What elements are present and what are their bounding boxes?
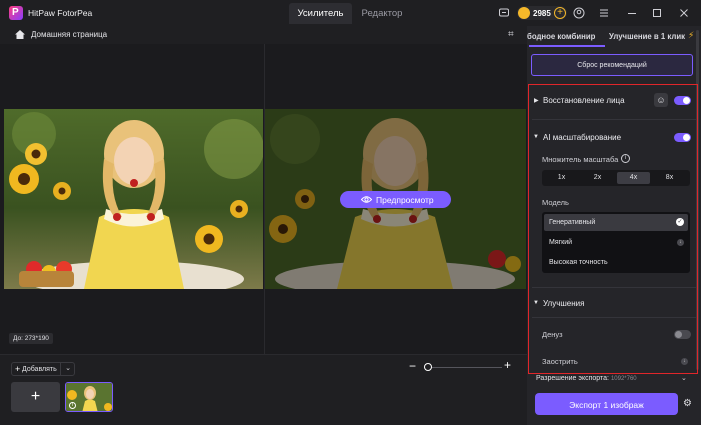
credits-badge[interactable]: 2985 + bbox=[517, 6, 567, 20]
menu-icon[interactable] bbox=[598, 7, 610, 19]
app-title: HitPaw FotorPea bbox=[28, 8, 93, 18]
zoom-out-button[interactable]: − bbox=[409, 360, 419, 372]
before-image bbox=[4, 109, 263, 289]
face-restore-title: Восстановление лица bbox=[543, 96, 625, 105]
add-button[interactable]: + Добавлять ⌄ bbox=[11, 362, 75, 376]
face-restore-toggle[interactable] bbox=[674, 96, 691, 105]
scale-option-1x[interactable]: 1x bbox=[545, 172, 578, 184]
scale-selector: 1x 2x 4x 8x bbox=[542, 170, 690, 186]
add-image-tile[interactable]: + bbox=[11, 382, 60, 412]
improvements-title: Улучшения bbox=[543, 299, 585, 308]
face-icon[interactable]: ☺ bbox=[654, 93, 668, 107]
scale-option-8x[interactable]: 8x bbox=[653, 172, 686, 184]
add-credits-button[interactable]: + bbox=[554, 7, 566, 19]
separator bbox=[532, 287, 696, 288]
model-option-soft[interactable]: Мягкий ↓ bbox=[544, 234, 688, 251]
user-icon[interactable] bbox=[573, 7, 585, 19]
bottom-bar: + Добавлять ⌄ − + + i bbox=[0, 354, 527, 425]
model-option-high-precision[interactable]: Высокая точность bbox=[544, 254, 688, 271]
title-bar: HitPaw FotorPea Усилитель Редактор 2985 … bbox=[0, 0, 701, 26]
home-link[interactable]: Домашняя страница bbox=[31, 30, 107, 39]
home-icon[interactable] bbox=[14, 29, 26, 40]
zoom-slider-handle[interactable] bbox=[424, 363, 432, 371]
reset-recommendations-button[interactable]: Сброс рекомендаций bbox=[531, 54, 693, 76]
tab-enhancer[interactable]: Усилитель bbox=[289, 3, 352, 24]
separator bbox=[532, 317, 696, 318]
model-option-label: Мягкий bbox=[549, 239, 573, 246]
scale-multiplier-label: Множитель масштаба bbox=[542, 155, 619, 164]
before-dimensions: До: 273*190 bbox=[9, 333, 53, 344]
close-icon[interactable] bbox=[678, 7, 690, 19]
chevron-down-icon[interactable]: ⌄ bbox=[60, 363, 75, 375]
export-button[interactable]: Экспорт 1 изображ bbox=[535, 393, 678, 415]
download-icon[interactable]: ↓ bbox=[677, 239, 684, 246]
export-label: Экспорт 1 изображ bbox=[569, 400, 644, 410]
preview-button[interactable]: Предпросмотр bbox=[340, 191, 451, 208]
ai-upscale-toggle[interactable] bbox=[674, 133, 691, 142]
model-option-label: Генеративный bbox=[549, 219, 596, 226]
collapse-arrow-icon[interactable]: ▼ bbox=[533, 134, 539, 140]
info-icon[interactable]: i bbox=[621, 154, 630, 163]
maximize-icon[interactable] bbox=[651, 7, 663, 19]
image-thumbnail[interactable]: i bbox=[65, 382, 113, 412]
expand-arrow-icon[interactable]: ▶ bbox=[534, 97, 539, 104]
active-tab-indicator bbox=[529, 45, 605, 47]
plus-icon: + bbox=[15, 364, 21, 374]
model-option-generative[interactable]: Генеративный ✓ bbox=[544, 214, 688, 231]
reset-label: Сброс рекомендаций bbox=[577, 62, 647, 69]
chat-icon[interactable] bbox=[498, 7, 510, 19]
crop-icon[interactable]: ⌗ bbox=[508, 29, 514, 40]
coin-icon bbox=[518, 7, 530, 19]
separator bbox=[532, 119, 696, 120]
collapse-arrow-icon[interactable]: ▼ bbox=[533, 300, 539, 306]
check-icon: ✓ bbox=[676, 218, 684, 226]
preview-label: Предпросмотр bbox=[376, 195, 434, 205]
gear-icon[interactable]: ⚙ bbox=[683, 398, 692, 409]
model-option-label: Высокая точность bbox=[549, 259, 608, 266]
scale-option-2x[interactable]: 2x bbox=[581, 172, 614, 184]
model-label: Модель bbox=[542, 198, 569, 207]
zoom-in-button[interactable]: + bbox=[504, 359, 514, 371]
breadcrumb: Домашняя страница ⌗ bbox=[0, 26, 527, 44]
add-label: Добавлять bbox=[22, 366, 57, 373]
download-icon[interactable]: ↓ bbox=[681, 358, 688, 365]
credits-count: 2985 bbox=[533, 9, 551, 18]
chevron-double-down-icon[interactable]: ⌄ bbox=[681, 374, 687, 382]
tab-editor[interactable]: Редактор bbox=[356, 3, 408, 24]
ai-upscale-title: AI масштабирование bbox=[543, 133, 622, 142]
export-resolution-label: Разрешение экспорта: bbox=[536, 375, 609, 382]
info-icon: i bbox=[69, 402, 76, 409]
minimize-icon[interactable] bbox=[626, 7, 638, 19]
zoom-slider[interactable] bbox=[424, 367, 502, 368]
export-resolution-value: 1092*760 bbox=[610, 376, 637, 382]
scale-option-4x[interactable]: 4x bbox=[617, 172, 650, 184]
tab-free-combination[interactable]: бодное комбинир bbox=[527, 32, 605, 41]
tab-one-click-enhance[interactable]: Улучшение в 1 клик bbox=[609, 32, 689, 41]
app-logo bbox=[9, 6, 23, 20]
eye-icon bbox=[361, 196, 372, 203]
model-list: Генеративный ✓ Мягкий ↓ Высокая точность bbox=[542, 212, 690, 273]
export-resolution[interactable]: Разрешение экспорта: 1092*760 bbox=[536, 375, 637, 382]
denoise-label: Денуз bbox=[542, 330, 563, 339]
lightning-icon: ⚡ bbox=[688, 30, 695, 40]
denoise-toggle[interactable] bbox=[674, 330, 691, 339]
sharpen-label: Заострить bbox=[542, 357, 578, 366]
